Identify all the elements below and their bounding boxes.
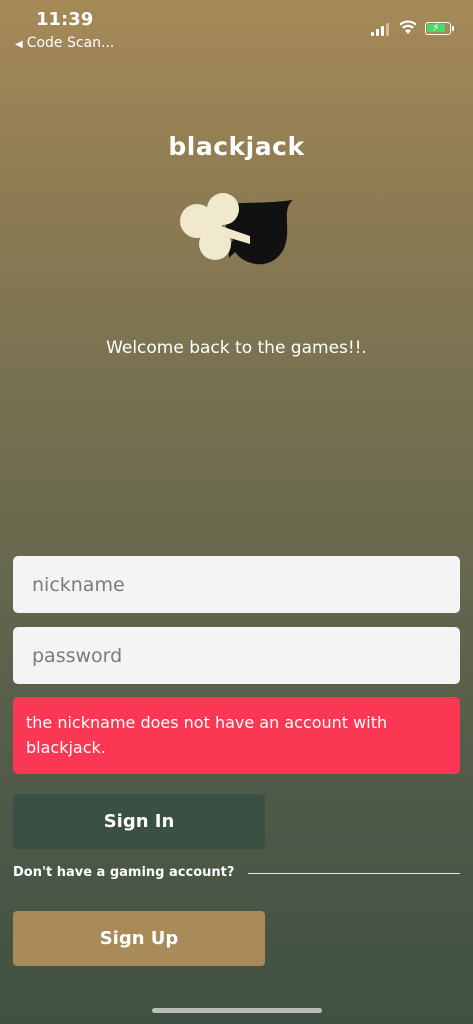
app-logo — [180, 193, 293, 265]
welcome-text: Welcome back to the games!!. — [106, 338, 367, 358]
signup-prompt: Don't have a gaming account? — [13, 865, 235, 880]
password-field[interactable] — [13, 627, 460, 684]
error-message: the nickname does not have an account wi… — [13, 697, 460, 774]
back-to-app-link[interactable]: ◀ Code Scan... — [15, 35, 114, 51]
app-title: blackjack — [168, 132, 305, 161]
nickname-field[interactable] — [13, 556, 460, 613]
back-app-label: Code Scan... — [26, 35, 115, 51]
battery-icon: ⚡ — [425, 21, 451, 35]
wifi-icon — [399, 20, 417, 34]
status-bar: 11:39 ◀ Code Scan... ⚡ — [0, 0, 473, 60]
home-indicator[interactable] — [152, 1008, 322, 1013]
back-arrow-icon: ◀ — [15, 39, 23, 50]
cellular-signal-icon — [371, 22, 389, 36]
sign-up-button[interactable]: Sign Up — [13, 911, 265, 966]
charging-bolt-icon: ⚡ — [432, 21, 440, 34]
divider-line — [248, 873, 460, 874]
status-time: 11:39 — [36, 9, 94, 30]
sign-in-button[interactable]: Sign In — [13, 794, 265, 849]
